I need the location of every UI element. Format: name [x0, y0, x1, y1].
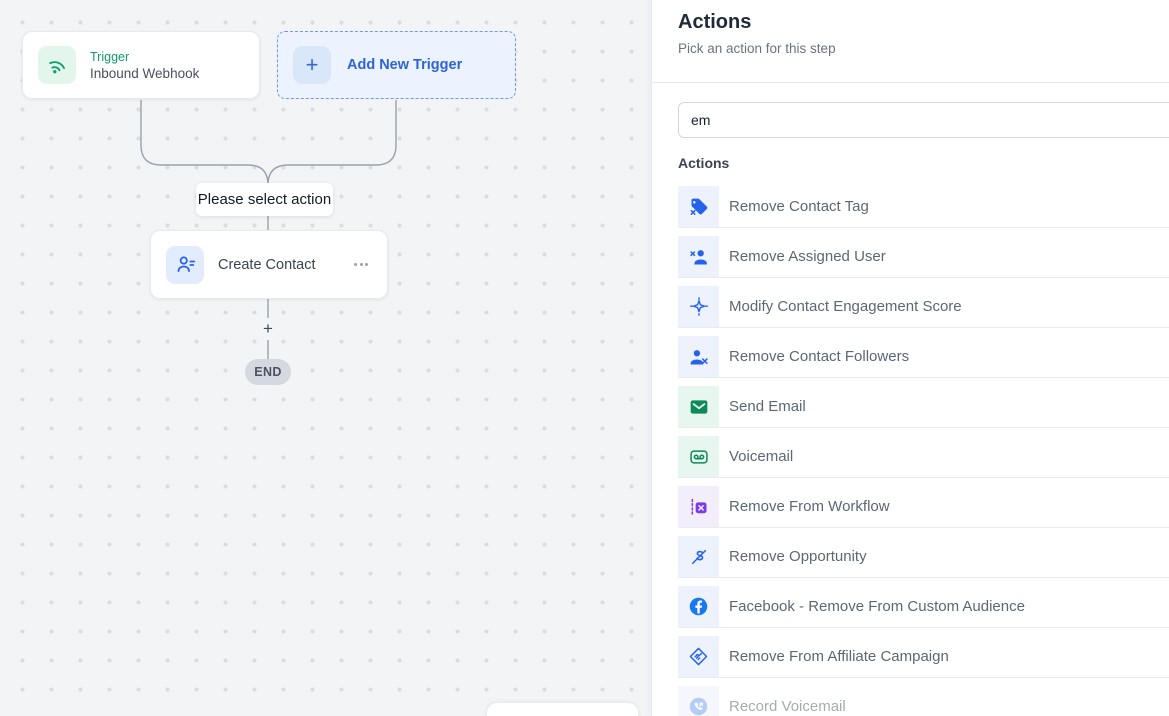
action-item-label: Voicemail [729, 448, 793, 465]
panel-title: Actions [678, 11, 1169, 34]
facebook-icon [678, 586, 719, 627]
action-item-label: Remove Contact Followers [729, 348, 909, 365]
action-item[interactable]: Remove Assigned User [678, 236, 1169, 278]
action-list: Remove Contact Tag Remove Assigned User Mo… [678, 186, 1169, 716]
action-item[interactable]: Remove From Affiliate Campaign [678, 636, 1169, 678]
action-item[interactable]: Remove Contact Followers [678, 336, 1169, 378]
webhook-rss-icon [38, 46, 76, 84]
add-step-button[interactable]: + [259, 320, 277, 338]
action-search-input[interactable] [678, 102, 1169, 138]
add-new-trigger-label: Add New Trigger [347, 57, 462, 73]
trigger-node[interactable]: Trigger Inbound Webhook [22, 31, 260, 99]
create-contact-label: Create Contact [218, 257, 316, 273]
action-item-label: Facebook - Remove From Custom Audience [729, 598, 1025, 615]
workflow-builder: Trigger Inbound Webhook + Add New Trigge… [0, 0, 1169, 716]
action-item[interactable]: Send Email [678, 386, 1169, 428]
action-item-label: Send Email [729, 398, 806, 415]
actions-panel: Actions Pick an action for this step Act… [651, 0, 1169, 716]
trigger-node-title: Trigger [90, 50, 199, 64]
action-item[interactable]: Record Voicemail [678, 686, 1169, 716]
please-select-action-label: Please select action [196, 183, 333, 216]
actions-section-label: Actions [678, 155, 1169, 174]
workflow-remove-icon [678, 486, 719, 527]
record-voicemail-icon [678, 686, 719, 716]
action-item[interactable]: Remove Contact Tag [678, 186, 1169, 228]
canvas-bottom-toolbar[interactable] [487, 703, 638, 716]
action-item-label: Remove Contact Tag [729, 198, 869, 215]
action-item[interactable]: Remove Opportunity [678, 536, 1169, 578]
user-remove-icon [678, 236, 719, 277]
action-item-label: Remove Opportunity [729, 548, 867, 565]
more-options-icon[interactable] [349, 231, 373, 298]
add-new-trigger-button[interactable]: + Add New Trigger [277, 31, 516, 99]
end-node: END [245, 359, 291, 385]
action-item[interactable]: Facebook - Remove From Custom Audience [678, 586, 1169, 628]
contact-person-icon [166, 246, 204, 284]
action-item[interactable]: Voicemail [678, 436, 1169, 478]
trigger-node-subtitle: Inbound Webhook [90, 66, 199, 81]
followers-remove-icon [678, 336, 719, 377]
action-item-label: Record Voicemail [729, 698, 846, 715]
plus-icon: + [293, 46, 331, 84]
create-contact-node[interactable]: Create Contact [150, 230, 388, 299]
affiliate-handshake-icon [678, 636, 719, 677]
action-item[interactable]: Remove From Workflow [678, 486, 1169, 528]
action-item-label: Remove From Affiliate Campaign [729, 648, 949, 665]
email-icon [678, 386, 719, 427]
tag-remove-icon [678, 186, 719, 227]
actions-panel-header: Actions Pick an action for this step [652, 0, 1169, 83]
action-item-label: Remove From Workflow [729, 498, 890, 515]
connector-lines [0, 0, 651, 716]
voicemail-icon [678, 436, 719, 477]
workflow-canvas[interactable]: Trigger Inbound Webhook + Add New Trigge… [0, 0, 651, 716]
action-item[interactable]: Modify Contact Engagement Score [678, 286, 1169, 328]
opportunity-remove-icon [678, 536, 719, 577]
panel-subtitle: Pick an action for this step [678, 41, 1169, 56]
engagement-sparkle-icon [678, 286, 719, 327]
action-item-label: Remove Assigned User [729, 248, 886, 265]
action-item-label: Modify Contact Engagement Score [729, 298, 962, 315]
actions-panel-body: Actions Remove Contact Tag Remove Assigne… [652, 83, 1169, 716]
